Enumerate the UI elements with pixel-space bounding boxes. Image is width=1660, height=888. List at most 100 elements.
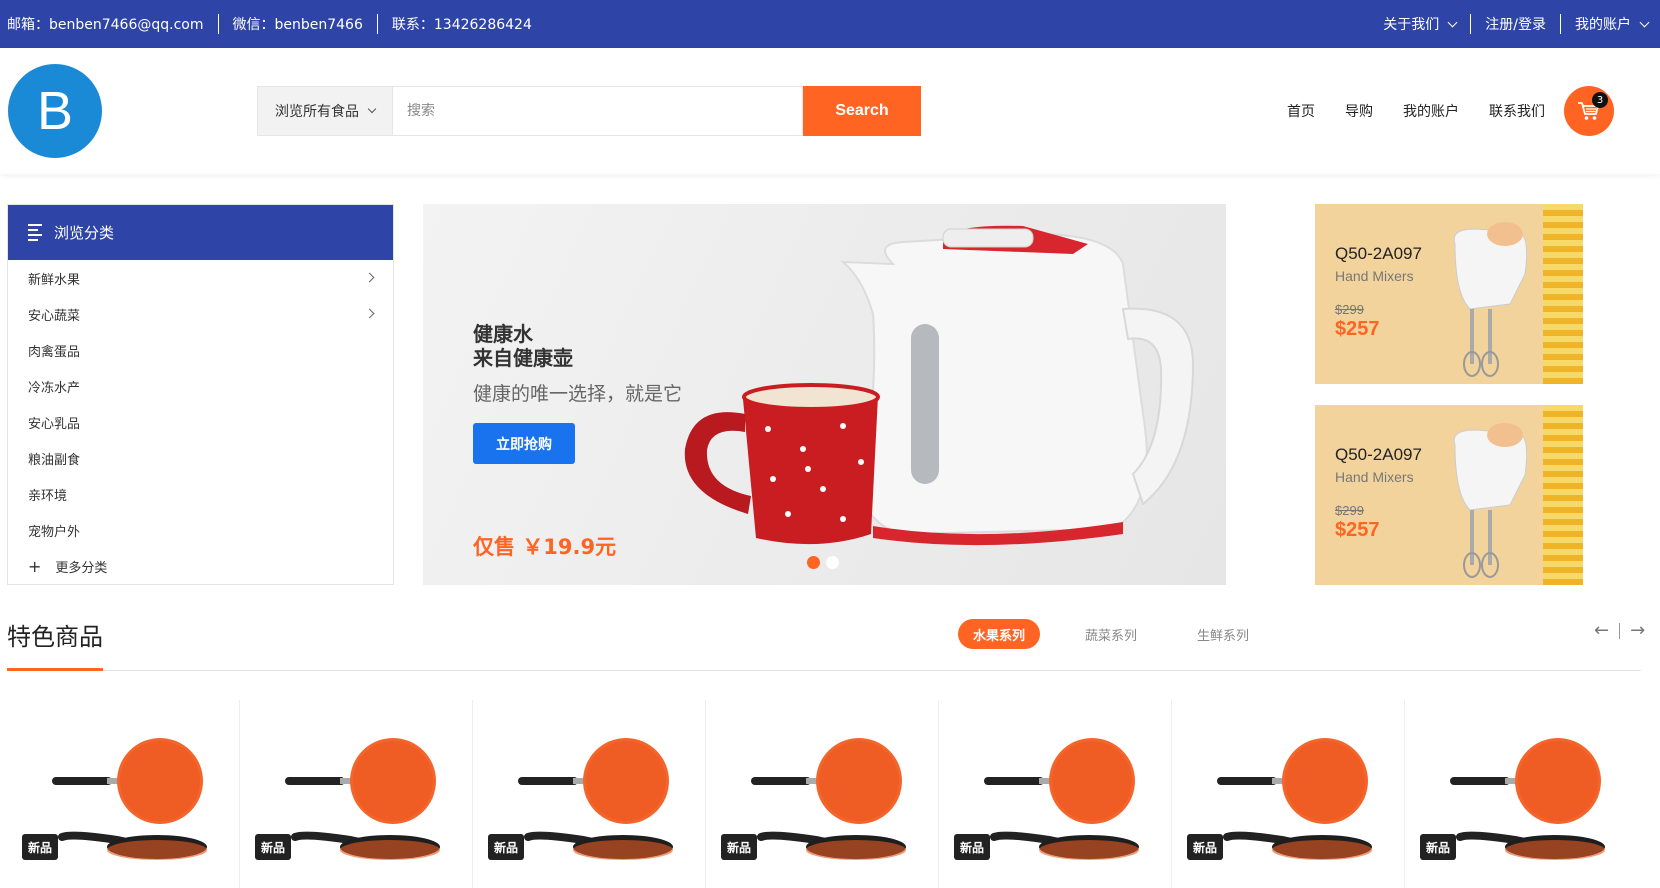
contact-info: 邮箱：benben7466@qq.com 微信：benben7466 联系：13… <box>7 0 532 48</box>
frying-pan-image <box>1217 738 1372 860</box>
frying-pan-image <box>1450 738 1605 860</box>
new-badge: 新品 <box>954 834 990 860</box>
chevron-right-icon <box>364 272 375 283</box>
hero-banner[interactable]: 健康水 来自健康壶 健康的唯一选择，就是它 立即抢购 仅售 ￥19.9元 <box>423 204 1226 585</box>
promo-kind: Hand Mixers <box>1335 469 1414 485</box>
promo-decoration <box>1543 204 1583 384</box>
new-badge: 新品 <box>488 834 524 860</box>
search-button[interactable]: Search <box>803 86 921 136</box>
site-header: B 浏览所有食品 Search 首页 导购 我的账户 联系我们 3 <box>0 48 1660 174</box>
chevron-right-icon <box>364 308 375 319</box>
wechat-text: 微信：benben7466 <box>232 17 363 33</box>
promo-card[interactable]: Q50-2A097 Hand Mixers $299 $257 <box>1315 405 1583 585</box>
promo-card[interactable]: Q50-2A097 Hand Mixers $299 $257 <box>1315 204 1583 384</box>
tab-fruit[interactable]: 水果系列 <box>958 619 1041 649</box>
product-card[interactable]: 新品 <box>473 700 706 888</box>
frying-pan-image <box>52 738 207 860</box>
category-label: 冷冻水产 <box>28 380 81 396</box>
login-link[interactable]: 注册/登录 <box>1485 14 1546 34</box>
plus-icon: + <box>28 556 42 576</box>
top-links: 关于我们 注册/登录 我的账户 <box>1383 0 1650 48</box>
new-badge: 新品 <box>22 834 58 860</box>
sidebar-title: 浏览分类 <box>54 224 115 242</box>
category-label: 粮油副食 <box>28 452 81 468</box>
buy-now-button[interactable]: 立即抢购 <box>473 423 575 464</box>
category-item[interactable]: 宠物户外 <box>8 512 393 548</box>
category-label: 安心乳品 <box>28 416 81 432</box>
tab-vegetable[interactable]: 蔬菜系列 <box>1070 619 1152 649</box>
product-grid: 新品 新品 新品 新品 新品 新品 新品 <box>7 700 1641 888</box>
category-select[interactable]: 浏览所有食品 <box>257 86 393 136</box>
about-dropdown[interactable]: 关于我们 <box>1383 14 1458 34</box>
nav-guide[interactable]: 导购 <box>1345 101 1373 121</box>
account-label: 我的账户 <box>1575 17 1631 33</box>
promo-price: $257 <box>1335 519 1380 541</box>
product-card[interactable]: 新品 <box>1405 700 1638 888</box>
product-card[interactable]: 新品 <box>1172 700 1405 888</box>
divider <box>1560 14 1561 34</box>
category-item[interactable]: 肉禽蛋品 <box>8 332 393 368</box>
product-card[interactable]: 新品 <box>939 700 1172 888</box>
category-label: 亲环境 <box>28 488 68 504</box>
new-badge: 新品 <box>721 834 757 860</box>
tab-fresh[interactable]: 生鲜系列 <box>1182 619 1264 649</box>
category-item[interactable]: 冷冻水产 <box>8 368 393 404</box>
frying-pan-image <box>285 738 440 860</box>
more-label: 更多分类 <box>55 560 108 576</box>
top-bar: 邮箱：benben7466@qq.com 微信：benben7466 联系：13… <box>0 0 1660 48</box>
new-badge: 新品 <box>1187 834 1223 860</box>
more-categories[interactable]: + 更多分类 <box>8 548 393 584</box>
arrow-right-icon[interactable]: → <box>1630 620 1645 641</box>
hand-mixer-image <box>1453 222 1528 377</box>
product-card[interactable]: 新品 <box>240 700 473 888</box>
logo[interactable]: B <box>8 64 102 158</box>
category-item[interactable]: 亲环境 <box>8 476 393 512</box>
category-label: 安心蔬菜 <box>28 308 81 324</box>
carousel-arrows: ← → <box>1594 620 1645 641</box>
nav-contact[interactable]: 联系我们 <box>1489 101 1545 121</box>
category-sidebar: 浏览分类 新鲜水果 安心蔬菜 肉禽蛋品 冷冻水产 安心乳品 粮油副食 亲环境 宠… <box>7 204 394 585</box>
category-item[interactable]: 安心乳品 <box>8 404 393 440</box>
search-input[interactable] <box>393 86 803 136</box>
about-label: 关于我们 <box>1383 17 1440 33</box>
title-underline <box>7 668 103 671</box>
nav-home[interactable]: 首页 <box>1287 101 1315 121</box>
carousel-dot[interactable] <box>826 556 839 569</box>
section-divider <box>7 670 1641 671</box>
featured-tabs: 水果系列 蔬菜系列 生鲜系列 <box>958 619 1264 649</box>
chevron-down-icon <box>367 104 377 114</box>
banner-price: 仅售 ￥19.9元 <box>473 535 617 559</box>
featured-title: 特色商品 <box>7 623 103 651</box>
new-badge: 新品 <box>1420 834 1456 860</box>
promo-kind: Hand Mixers <box>1335 268 1414 284</box>
promo-decoration <box>1543 405 1583 585</box>
cart-count-badge: 3 <box>1592 92 1608 108</box>
hand-mixer-image <box>1453 423 1528 578</box>
nav-account[interactable]: 我的账户 <box>1403 101 1459 121</box>
frying-pan-image <box>751 738 906 860</box>
carousel-dot[interactable] <box>807 556 820 569</box>
category-item[interactable]: 安心蔬菜 <box>8 296 393 332</box>
main-nav: 首页 导购 我的账户 联系我们 <box>1287 48 1575 174</box>
search-bar: 浏览所有食品 Search <box>257 86 921 136</box>
banner-title-line2: 来自健康壶 <box>473 346 573 370</box>
category-item[interactable]: 新鲜水果 <box>8 260 393 296</box>
category-item[interactable]: 粮油副食 <box>8 440 393 476</box>
divider <box>217 14 219 34</box>
banner-title-line1: 健康水 <box>473 322 533 346</box>
frying-pan-image <box>518 738 673 860</box>
category-label: 新鲜水果 <box>28 272 81 288</box>
divider <box>1619 622 1621 639</box>
product-card[interactable]: 新品 <box>706 700 939 888</box>
arrow-left-icon[interactable]: ← <box>1594 620 1609 641</box>
new-badge: 新品 <box>255 834 291 860</box>
chevron-down-icon <box>1447 17 1458 27</box>
menu-icon <box>28 224 42 241</box>
product-card[interactable]: 新品 <box>7 700 240 888</box>
cart-button[interactable]: 3 <box>1564 86 1614 136</box>
promo-price: $257 <box>1335 318 1380 340</box>
chevron-down-icon <box>1639 17 1650 27</box>
account-dropdown[interactable]: 我的账户 <box>1575 14 1650 34</box>
phone-text: 联系：13426286424 <box>391 17 532 33</box>
sidebar-header[interactable]: 浏览分类 <box>8 205 393 260</box>
